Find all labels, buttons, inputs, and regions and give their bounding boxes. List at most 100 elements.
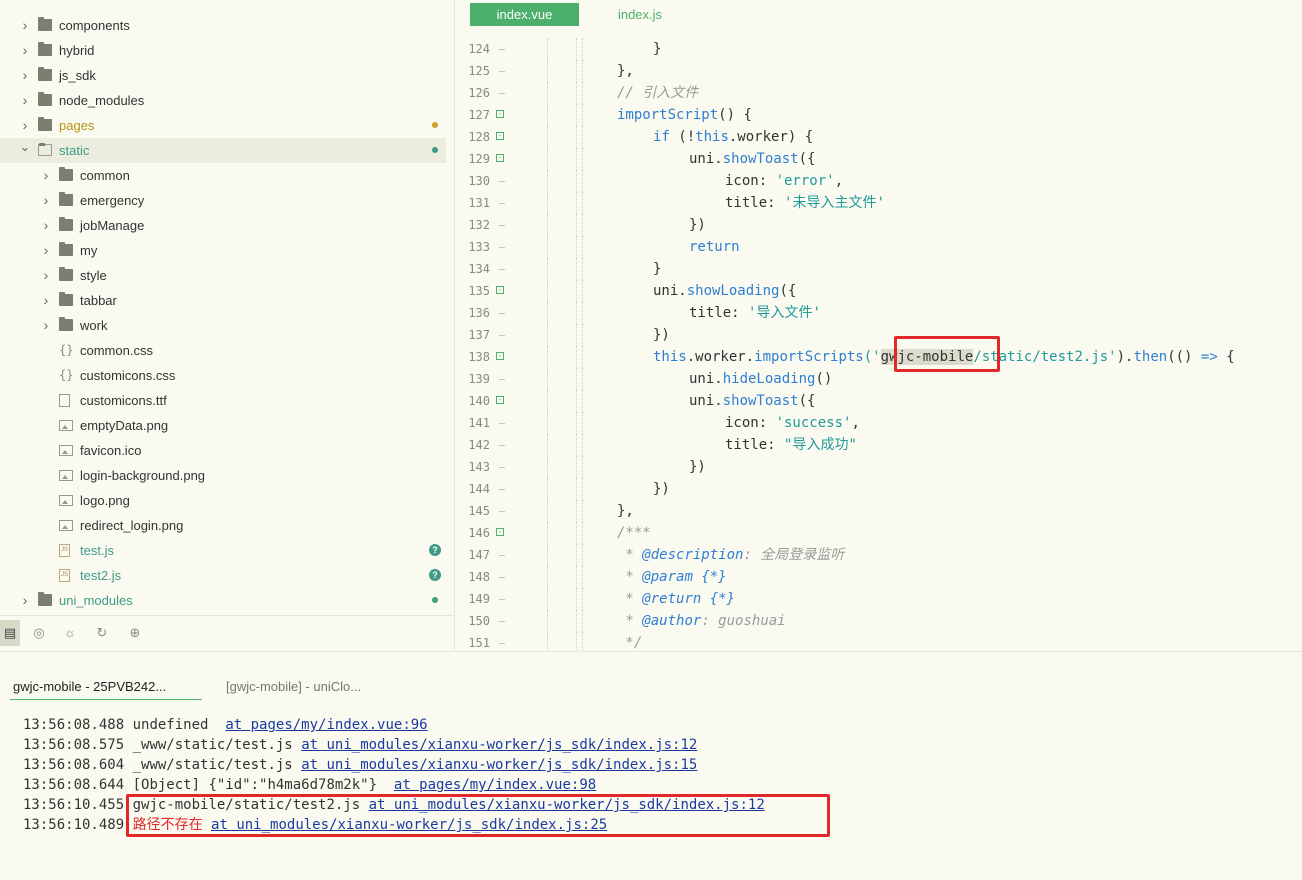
chevron-down-icon[interactable]: ⌄ bbox=[19, 134, 31, 159]
globe-icon[interactable]: ⊕ bbox=[126, 624, 144, 642]
tree-item[interactable]: ⌄ static bbox=[0, 138, 446, 163]
tree-item[interactable]: › pages bbox=[0, 113, 446, 138]
tree-item[interactable]: redirect_login.png bbox=[0, 513, 446, 538]
indent-guide bbox=[547, 478, 548, 500]
code-line: 129- uni.showToast({ bbox=[455, 148, 1302, 170]
tree-item[interactable]: › components bbox=[0, 13, 446, 38]
bug-icon[interactable]: ☼ bbox=[61, 624, 79, 642]
code-area[interactable]: 124} 125}, 126// 引入文件 127- importScript() {1… bbox=[455, 38, 1302, 650]
tree-item[interactable]: › uni_modules bbox=[0, 588, 446, 613]
chevron-right-icon[interactable]: › bbox=[40, 263, 52, 288]
tree-item[interactable]: › hybrid bbox=[0, 38, 446, 63]
chevron-right-icon[interactable]: › bbox=[19, 13, 31, 38]
chevron-right-icon[interactable]: › bbox=[19, 588, 31, 613]
tree-item[interactable]: › node_modules bbox=[0, 88, 446, 113]
tree-item[interactable]: › my bbox=[0, 238, 446, 263]
chevron-right-icon[interactable]: › bbox=[40, 163, 52, 188]
fold-toggle-icon[interactable]: - bbox=[496, 154, 504, 162]
tree-item-label: jobManage bbox=[80, 218, 145, 233]
chevron-right-icon[interactable]: › bbox=[40, 188, 52, 213]
fold-toggle-icon[interactable]: - bbox=[496, 286, 504, 294]
fold-toggle-icon[interactable]: - bbox=[496, 528, 504, 536]
line-number: 133 bbox=[468, 240, 490, 254]
log-source-link[interactable]: at uni_modules/xianxu-worker/js_sdk/inde… bbox=[301, 737, 697, 753]
chevron-right-icon[interactable]: › bbox=[40, 213, 52, 238]
chevron-right-icon[interactable]: › bbox=[19, 88, 31, 113]
code-token: @description bbox=[642, 547, 744, 563]
chevron-right-icon[interactable]: › bbox=[40, 238, 52, 263]
chevron-right-icon[interactable]: › bbox=[19, 38, 31, 63]
code-token: then bbox=[1133, 349, 1168, 365]
gutter-mark bbox=[499, 49, 505, 50]
tree-item[interactable]: JS test.js? bbox=[0, 538, 446, 563]
code-line: 125}, bbox=[455, 60, 1302, 82]
line-number: 146 bbox=[468, 526, 490, 540]
code-token: * bbox=[617, 591, 643, 607]
fold-toggle-icon[interactable]: - bbox=[496, 132, 504, 140]
console-tab-app[interactable]: gwjc-mobile - 25PVB242... bbox=[10, 674, 202, 700]
indent-guide bbox=[576, 522, 577, 544]
code-token: => bbox=[1200, 349, 1218, 365]
indent-guide bbox=[547, 346, 548, 368]
log-source-link[interactable]: at uni_modules/xianxu-worker/js_sdk/inde… bbox=[301, 757, 697, 773]
tree-item[interactable]: › js_sdk bbox=[0, 63, 446, 88]
indent-guide bbox=[547, 588, 548, 610]
code-text: } bbox=[653, 258, 661, 280]
annotation-box-console bbox=[126, 794, 830, 837]
log-source-link[interactable]: at pages/my/index.vue:98 bbox=[394, 777, 596, 793]
code-token: : 全局登录监听 bbox=[743, 547, 845, 563]
tab-index-js[interactable]: index.js bbox=[605, 3, 675, 26]
tab-index-vue[interactable]: index.vue bbox=[470, 3, 579, 26]
line-number: 141 bbox=[468, 416, 490, 430]
code-token: (! bbox=[669, 129, 696, 145]
log-timestamp: 13:56:10.455 bbox=[23, 797, 125, 813]
indent-guide bbox=[582, 478, 583, 500]
chevron-right-icon[interactable]: › bbox=[40, 313, 52, 338]
indent-guide bbox=[582, 632, 583, 650]
fold-toggle-icon[interactable]: - bbox=[496, 352, 504, 360]
tree-item[interactable]: emptyData.png bbox=[0, 413, 446, 438]
code-line: 141 icon: 'success', bbox=[455, 412, 1302, 434]
chevron-right-icon[interactable]: › bbox=[40, 288, 52, 313]
tree-item[interactable]: › tabbar bbox=[0, 288, 446, 313]
indent-guide bbox=[576, 82, 577, 104]
binoculars-icon[interactable]: ◎ bbox=[30, 624, 48, 642]
indent-guide bbox=[582, 500, 583, 522]
tree-item[interactable]: {} common.css bbox=[0, 338, 446, 363]
indent-guide bbox=[576, 566, 577, 588]
indent-guide bbox=[582, 104, 583, 126]
code-token: this bbox=[695, 129, 729, 145]
indent-guide bbox=[582, 610, 583, 632]
tree-item[interactable]: {} customicons.css bbox=[0, 363, 446, 388]
file-tree: › components › hybrid › js_sdk › node_modules › p… bbox=[0, 13, 454, 613]
code-line: 136 title: '导入文件' bbox=[455, 302, 1302, 324]
console-tab-unicloud[interactable]: [gwjc-mobile] - uniClo... bbox=[226, 674, 361, 700]
folder-icon bbox=[59, 317, 73, 331]
code-text: icon: 'error', bbox=[725, 170, 843, 192]
tree-item[interactable]: favicon.ico bbox=[0, 438, 446, 463]
fold-toggle-icon[interactable]: - bbox=[496, 396, 504, 404]
log-source-link[interactable]: at pages/my/index.vue:96 bbox=[225, 717, 427, 733]
gutter-mark bbox=[499, 225, 505, 226]
tree-item[interactable]: JS test2.js? bbox=[0, 563, 446, 588]
tree-item[interactable]: › work bbox=[0, 313, 446, 338]
indent-guide bbox=[582, 390, 583, 412]
fold-toggle-icon[interactable]: - bbox=[496, 110, 504, 118]
code-token: "导入成功" bbox=[784, 437, 857, 453]
tree-item[interactable]: login-background.png bbox=[0, 463, 446, 488]
tree-item[interactable]: logo.png bbox=[0, 488, 446, 513]
git-icon[interactable]: ↻ bbox=[93, 624, 111, 642]
chevron-right-icon[interactable]: › bbox=[19, 63, 31, 88]
tree-item[interactable]: › common bbox=[0, 163, 446, 188]
project-icon[interactable]: ▤ bbox=[0, 620, 20, 646]
tree-item[interactable]: › jobManage bbox=[0, 213, 446, 238]
tree-item[interactable]: customicons.ttf bbox=[0, 388, 446, 413]
tree-item-label: pages bbox=[59, 118, 95, 133]
indent-guide bbox=[582, 412, 583, 434]
folder-icon bbox=[59, 292, 73, 306]
tree-item[interactable]: › style bbox=[0, 263, 446, 288]
code-line: 140- uni.showToast({ bbox=[455, 390, 1302, 412]
line-number: 140 bbox=[468, 394, 490, 408]
indent-guide bbox=[582, 82, 583, 104]
tree-item[interactable]: › emergency bbox=[0, 188, 446, 213]
